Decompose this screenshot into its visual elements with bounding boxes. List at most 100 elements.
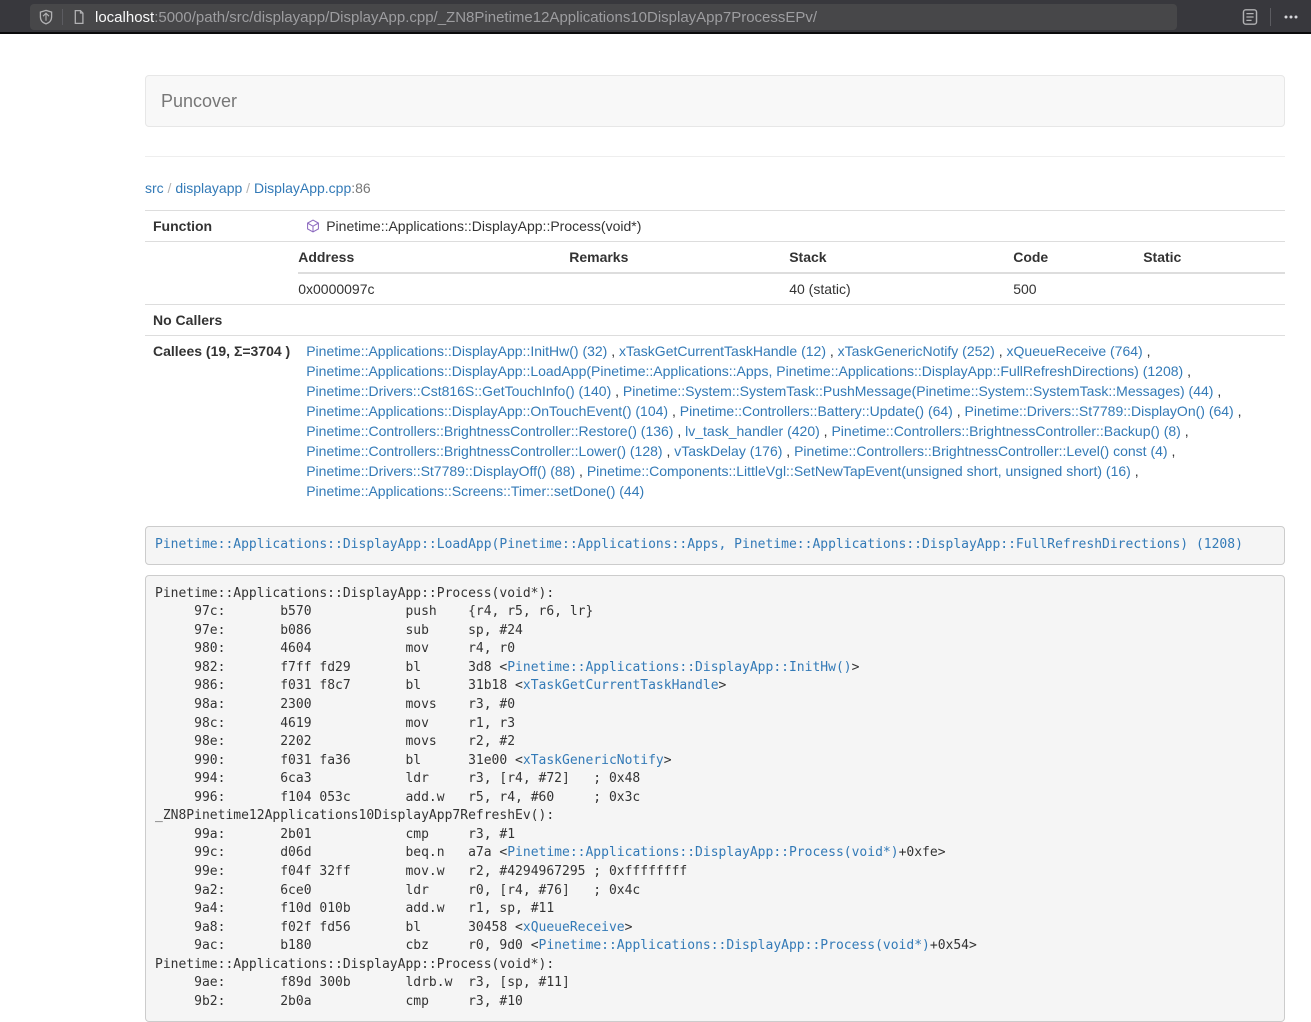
app-brand[interactable]: Puncover	[146, 91, 237, 112]
address-value: 0x0000097c	[298, 273, 569, 304]
callee-link[interactable]: xQueueReceive (764)	[1007, 343, 1143, 359]
breadcrumb-line-number: :86	[351, 180, 370, 196]
col-header-remarks: Remarks	[569, 242, 789, 273]
callee-separator: ,	[1131, 463, 1139, 479]
code-line: 9a4: f10d 010b add.w r1, sp, #11	[155, 900, 1275, 919]
callers-cell	[298, 305, 1285, 336]
function-name: Pinetime::Applications::DisplayApp::Proc…	[326, 218, 641, 234]
code-line: Pinetime::Applications::DisplayApp::Proc…	[155, 585, 1275, 604]
code-symbol-link[interactable]: Pinetime::Applications::DisplayApp::Proc…	[539, 938, 930, 953]
app-header: Puncover	[145, 75, 1285, 127]
callee-link[interactable]: Pinetime::Applications::Screens::Timer::…	[306, 483, 644, 499]
url-bar[interactable]: localhost:5000/path/src/displayapp/Displ…	[30, 4, 1177, 30]
col-header-static: Static	[1143, 242, 1285, 273]
callee-link[interactable]: Pinetime::Applications::DisplayApp::Load…	[306, 363, 1183, 379]
remarks-value	[569, 273, 789, 304]
code-line: 98c: 4619 mov r1, r3	[155, 715, 1275, 734]
code-symbol-link[interactable]: xQueueReceive	[523, 920, 625, 935]
callee-separator: ,	[1183, 363, 1191, 379]
code-line: 97e: b086 sub sp, #24	[155, 622, 1275, 641]
reader-mode-button[interactable]	[1236, 3, 1264, 31]
code-line: 994: 6ca3 ldr r3, [r4, #72] ; 0x48	[155, 770, 1275, 789]
callee-link[interactable]: Pinetime::System::SystemTask::PushMessag…	[623, 383, 1214, 399]
callee-separator: ,	[607, 343, 619, 359]
function-row: Function Pinetime::Applications::Display…	[145, 211, 1285, 242]
breadcrumb-link[interactable]: src	[145, 180, 164, 196]
callee-link[interactable]: Pinetime::Drivers::St7789::DisplayOff() …	[306, 463, 575, 479]
callee-separator: ,	[1181, 423, 1189, 439]
function-detail-table: Function Pinetime::Applications::Display…	[145, 210, 1285, 506]
static-value	[1143, 273, 1285, 304]
loadapp-link[interactable]: Pinetime::Applications::DisplayApp::Load…	[155, 537, 1243, 552]
url-path: :5000/path/src/displayapp/DisplayApp.cpp…	[154, 9, 817, 26]
col-header-stack: Stack	[789, 242, 1013, 273]
callee-link[interactable]: Pinetime::Controllers::BrightnessControl…	[306, 443, 662, 459]
callee-link[interactable]: Pinetime::Controllers::BrightnessControl…	[831, 423, 1180, 439]
callees-row: Callees (19, Σ=3704 ) Pinetime::Applicat…	[145, 336, 1285, 507]
callee-separator: ,	[673, 423, 685, 439]
breadcrumb-link[interactable]: DisplayApp.cpp	[254, 180, 351, 196]
code-line: 9a8: f02f fd56 bl 30458 <xQueueReceive>	[155, 919, 1275, 938]
callee-separator: ,	[1213, 383, 1221, 399]
callee-link[interactable]: xTaskGenericNotify (252)	[838, 343, 995, 359]
col-header-address: Address	[298, 242, 569, 273]
code-line: 98e: 2202 movs r2, #2	[155, 733, 1275, 752]
menu-button[interactable]	[1277, 3, 1305, 31]
code-symbol-link[interactable]: xTaskGetCurrentTaskHandle	[523, 678, 719, 693]
code-line: _ZN8Pinetime12Applications10DisplayApp7R…	[155, 807, 1275, 826]
callee-link[interactable]: vTaskDelay (176)	[674, 443, 782, 459]
code-line: 9ac: b180 cbz r0, 9d0 <Pinetime::Applica…	[155, 937, 1275, 956]
code-line: 99a: 2b01 cmp r3, #1	[155, 826, 1275, 845]
urlbar-divider	[62, 9, 63, 25]
callee-separator: ,	[820, 423, 832, 439]
code-line: 9a2: 6ce0 ldr r0, [r4, #76] ; 0x4c	[155, 882, 1275, 901]
callee-separator: ,	[995, 343, 1007, 359]
callee-link[interactable]: Pinetime::Applications::DisplayApp::Init…	[306, 343, 607, 359]
callee-link[interactable]: Pinetime::Controllers::Battery::Update()…	[680, 403, 953, 419]
callee-link[interactable]: Pinetime::Components::LittleVgl::SetNewT…	[587, 463, 1131, 479]
code-line: 9b2: 2b0a cmp r3, #10	[155, 993, 1275, 1012]
metrics-table: Address Remarks Stack Code Static 0x0000…	[298, 242, 1285, 304]
callee-link[interactable]: Pinetime::Drivers::St7789::DisplayOn() (…	[965, 403, 1234, 419]
code-line: 986: f031 f8c7 bl 31b18 <xTaskGetCurrent…	[155, 677, 1275, 696]
callee-link[interactable]: Pinetime::Applications::DisplayApp::OnTo…	[306, 403, 668, 419]
divider	[145, 156, 1285, 157]
reader-mode-icon	[1241, 8, 1259, 26]
code-line: 98a: 2300 movs r3, #0	[155, 696, 1275, 715]
code-symbol-link[interactable]: xTaskGenericNotify	[523, 753, 664, 768]
ellipsis-icon	[1283, 9, 1299, 25]
callee-link[interactable]: Pinetime::Controllers::BrightnessControl…	[306, 423, 673, 439]
breadcrumb-separator: /	[164, 180, 176, 196]
shield-icon[interactable]	[38, 9, 54, 25]
callee-link[interactable]: xTaskGetCurrentTaskHandle (12)	[619, 343, 826, 359]
url-host: localhost	[95, 9, 154, 26]
code-line: 980: 4604 mov r4, r0	[155, 640, 1275, 659]
breadcrumb-link[interactable]: displayapp	[175, 180, 242, 196]
callee-separator: ,	[1168, 443, 1176, 459]
callee-separator: ,	[826, 343, 838, 359]
function-name-cell: Pinetime::Applications::DisplayApp::Proc…	[298, 211, 1285, 242]
url-text[interactable]: localhost:5000/path/src/displayapp/Displ…	[95, 9, 817, 26]
browser-toolbar: localhost:5000/path/src/displayapp/Displ…	[0, 0, 1311, 34]
no-callers-label: No Callers	[145, 305, 298, 336]
callee-link[interactable]: Pinetime::Controllers::BrightnessControl…	[794, 443, 1167, 459]
code-line: Pinetime::Applications::DisplayApp::Proc…	[155, 956, 1275, 975]
code-size-value: 500	[1013, 273, 1143, 304]
metrics-values-row: 0x0000097c 40 (static) 500	[298, 273, 1285, 304]
code-symbol-link[interactable]: Pinetime::Applications::DisplayApp::Init…	[507, 660, 851, 675]
metrics-row: Address Remarks Stack Code Static 0x0000…	[145, 242, 1285, 305]
code-line: 990: f031 fa36 bl 31e00 <xTaskGenericNot…	[155, 752, 1275, 771]
breadcrumb-separator: /	[242, 180, 254, 196]
code-line: 99c: d06d beq.n a7a <Pinetime::Applicati…	[155, 844, 1275, 863]
callee-separator: ,	[575, 463, 587, 479]
callee-link[interactable]: Pinetime::Drivers::Cst816S::GetTouchInfo…	[306, 383, 611, 399]
callee-link[interactable]: lv_task_handler (420)	[685, 423, 820, 439]
disassembly-block: Pinetime::Applications::DisplayApp::Proc…	[145, 575, 1285, 1022]
callees-cell: Pinetime::Applications::DisplayApp::Init…	[298, 336, 1285, 507]
callee-separator: ,	[953, 403, 965, 419]
code-line: 97c: b570 push {r4, r5, r6, lr}	[155, 603, 1275, 622]
code-line: 982: f7ff fd29 bl 3d8 <Pinetime::Applica…	[155, 659, 1275, 678]
code-symbol-link[interactable]: Pinetime::Applications::DisplayApp::Proc…	[507, 845, 898, 860]
symbol-cube-icon	[306, 219, 320, 233]
code-line: 996: f104 053c add.w r5, r4, #60 ; 0x3c	[155, 789, 1275, 808]
